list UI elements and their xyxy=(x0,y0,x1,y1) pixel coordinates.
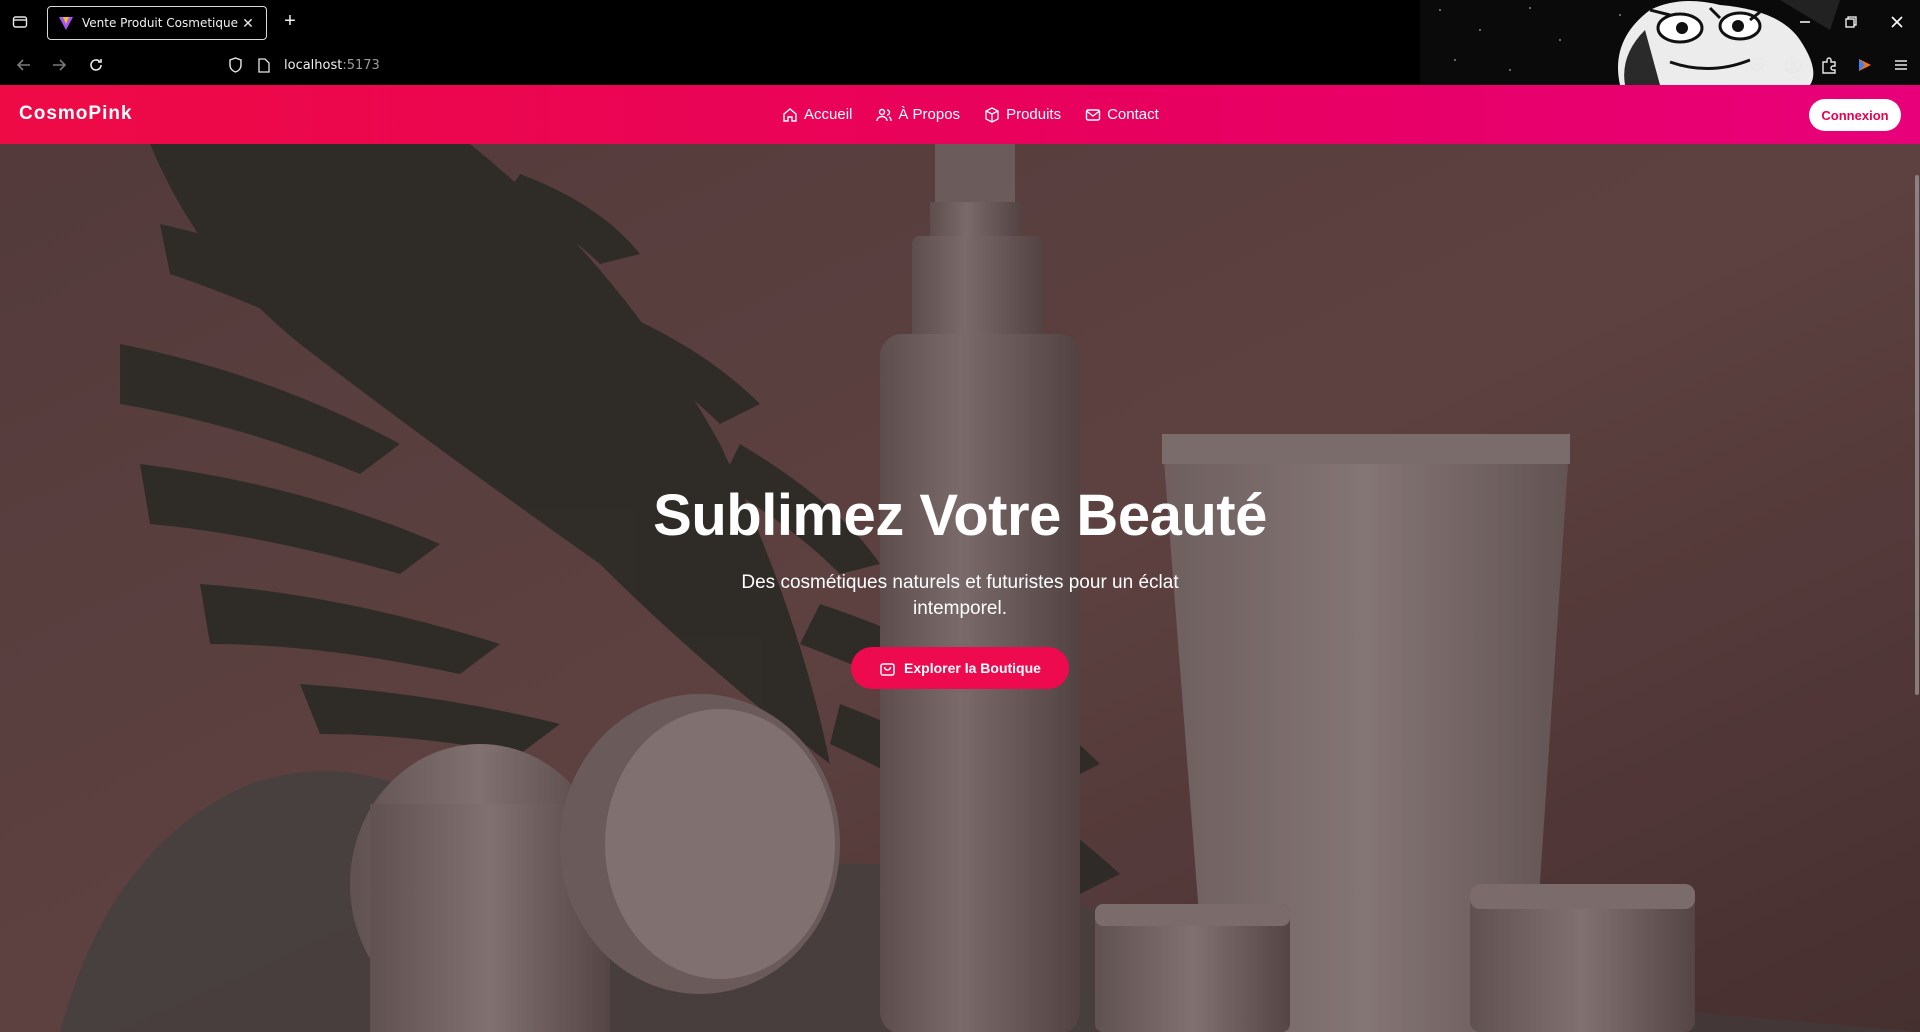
page-icon xyxy=(258,57,272,73)
hero-title: Sublimez Votre Beauté xyxy=(653,483,1267,548)
nav-item-contact[interactable]: Contact xyxy=(1085,106,1159,123)
login-button[interactable]: Connexion xyxy=(1809,99,1901,131)
nav-label: Accueil xyxy=(804,106,853,123)
nav-label: Produits xyxy=(1006,106,1062,123)
restore-icon[interactable] xyxy=(1828,0,1874,44)
back-arrow-icon[interactable] xyxy=(12,53,36,77)
minimize-icon[interactable] xyxy=(1782,0,1828,44)
window-controls xyxy=(1782,0,1920,44)
toolbar-right xyxy=(1746,52,1912,78)
users-icon xyxy=(876,108,893,121)
hero-subtitle: Des cosmétiques naturels et futuristes p… xyxy=(710,570,1210,622)
new-tab-icon[interactable]: + xyxy=(280,10,300,34)
shield-icon[interactable] xyxy=(228,57,246,73)
pocket-icon[interactable] xyxy=(1746,54,1768,76)
nav-item-a-propos[interactable]: À Propos xyxy=(876,106,960,123)
close-window-icon[interactable] xyxy=(1874,0,1920,44)
shopping-bag-icon xyxy=(880,662,895,676)
vite-favicon-icon xyxy=(59,17,73,30)
nav-label: Contact xyxy=(1107,106,1159,123)
hero-subtitle-line1: Des cosmétiques naturels et futuristes p… xyxy=(741,572,1179,593)
tab-list-icon[interactable] xyxy=(10,12,30,32)
menu-icon[interactable] xyxy=(1890,54,1912,76)
extensions-icon[interactable] xyxy=(1818,54,1840,76)
cta-label: Explorer la Boutique xyxy=(904,660,1041,676)
account-icon[interactable] xyxy=(1782,54,1804,76)
main-menu: Accueil À Propos Produits Contact xyxy=(782,85,1159,144)
site-navbar: CosmoPink Accueil À Propos Produits Cont… xyxy=(0,85,1920,144)
tab-close-icon[interactable]: ✕ xyxy=(240,15,256,32)
brand-logo[interactable]: CosmoPink xyxy=(19,103,133,125)
nav-item-accueil[interactable]: Accueil xyxy=(782,106,852,123)
tab-title: Vente Produit Cosmetique xyxy=(82,16,238,30)
home-icon xyxy=(783,107,797,122)
page-scrollbar[interactable] xyxy=(1914,85,1920,1032)
box-icon xyxy=(985,106,999,123)
url-port: :5173 xyxy=(342,57,380,73)
tab-active[interactable]: Vente Produit Cosmetique ✕ xyxy=(47,6,267,40)
extension-color-icon[interactable] xyxy=(1854,54,1876,76)
nav-label: À Propos xyxy=(898,106,961,123)
nav-item-produits[interactable]: Produits xyxy=(984,106,1061,123)
mail-icon xyxy=(1085,108,1101,121)
hero-subtitle-line2: intemporel. xyxy=(913,598,1007,619)
explore-shop-button[interactable]: Explorer la Boutique xyxy=(851,647,1069,689)
browser-chrome: Vente Produit Cosmetique ✕ + localhost:… xyxy=(0,0,1920,85)
forward-arrow-icon[interactable] xyxy=(47,53,71,77)
url-bar[interactable]: localhost:5173 xyxy=(228,52,1128,78)
reload-icon[interactable] xyxy=(84,53,108,77)
url-host: localhost xyxy=(284,57,343,73)
scrollbar-thumb[interactable] xyxy=(1915,175,1919,695)
